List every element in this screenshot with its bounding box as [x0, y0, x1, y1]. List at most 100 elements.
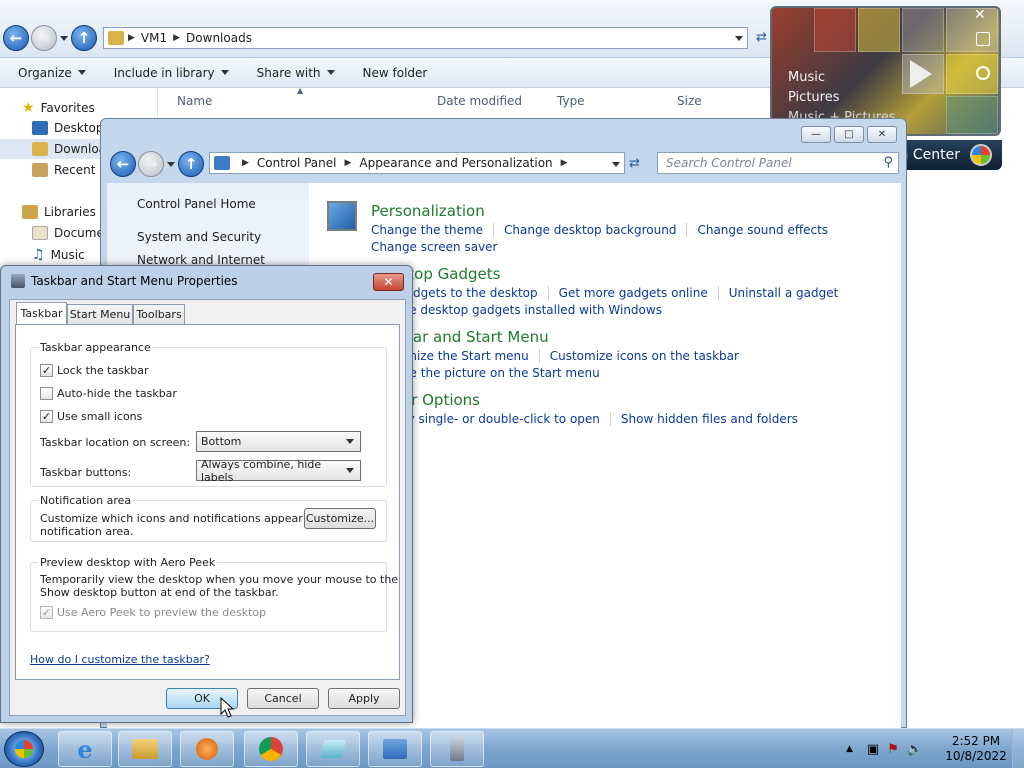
cancel-button[interactable]: Cancel [247, 688, 319, 709]
link-get-more-gadgets[interactable]: Get more gadgets online [549, 286, 719, 300]
network-icon[interactable]: ▣ [867, 742, 879, 757]
new-folder-button[interactable]: New folder [363, 66, 428, 80]
chevron-down-icon [346, 468, 354, 473]
search-icon[interactable]: ⚲ [883, 155, 893, 170]
chevron-right-icon: ▶ [242, 158, 249, 168]
sort-up-icon: ▲ [297, 86, 304, 95]
nav-system-security[interactable]: System and Security [137, 230, 261, 244]
address-dropdown-icon[interactable] [612, 162, 620, 167]
category-personalization[interactable]: Personalization [371, 202, 485, 220]
taskbar-buttons-label: Taskbar buttons: [40, 466, 132, 479]
nav-music[interactable]: ♫ Music [32, 247, 85, 263]
control-panel-address-bar[interactable]: ▶ Control Panel ▶ Appearance and Persona… [209, 152, 625, 174]
small-icons-checkbox[interactable]: ✓ Use small icons [40, 410, 142, 423]
link-change-screen-saver[interactable]: Change screen saver [371, 240, 508, 254]
show-hidden-icons-icon[interactable]: ▲ [846, 744, 853, 754]
gadget-close-icon[interactable]: ✕ [974, 8, 986, 23]
up-button[interactable]: ↑ [71, 25, 97, 51]
taskbar-media-player[interactable] [180, 731, 234, 767]
column-name[interactable]: Name [177, 94, 212, 108]
gadget-tile [946, 96, 998, 134]
group-label-notification: Notification area [38, 494, 134, 507]
play-icon[interactable] [910, 60, 932, 88]
taskbar-location-select[interactable]: Bottom [196, 431, 361, 452]
taskbar-internet-explorer[interactable]: e [58, 731, 112, 767]
breadcrumb-downloads[interactable]: Downloads [186, 31, 252, 45]
link-change-desktop-background[interactable]: Change desktop background [494, 223, 688, 237]
taskbar-taskbar-properties[interactable] [430, 731, 484, 767]
taskbar-control-panel[interactable] [368, 731, 422, 767]
gadget-item-pictures[interactable]: Pictures [788, 90, 839, 105]
documents-icon [32, 226, 48, 240]
volume-icon[interactable]: 🔈 [907, 742, 923, 757]
column-size[interactable]: Size [677, 94, 702, 108]
aero-peek-checkbox[interactable]: ✓ Use Aero Peek to preview the desktop [40, 606, 266, 619]
column-type[interactable]: Type [557, 94, 585, 108]
refresh-icon[interactable]: ⇄ [629, 156, 640, 171]
clock[interactable]: 2:52 PM 10/8/2022 [944, 734, 1008, 764]
group-label-aero-peek: Preview desktop with Aero Peek [38, 556, 218, 569]
nav-desktop[interactable]: Desktop [32, 121, 104, 135]
up-button[interactable]: ↑ [178, 151, 204, 177]
show-desktop-button[interactable] [1012, 729, 1024, 768]
windows-logo-icon [15, 740, 33, 758]
start-button[interactable] [4, 731, 44, 767]
customize-button[interactable]: Customize... [304, 508, 376, 529]
gadget-options-icon[interactable] [976, 66, 990, 80]
lock-taskbar-checkbox[interactable]: ✓ Lock the taskbar [40, 364, 149, 377]
tab-toolbars[interactable]: Toolbars [133, 304, 185, 324]
taskbar-properties-dialog: Taskbar and Start Menu Properties ✕ Task… [0, 265, 413, 723]
column-date-modified[interactable]: Date modified [437, 94, 522, 108]
star-icon: ★ [22, 100, 35, 116]
link-change-sound-effects[interactable]: Change sound effects [687, 223, 838, 237]
nav-control-panel-home[interactable]: Control Panel Home [137, 197, 256, 211]
link-restore-gadgets[interactable]: Restore desktop gadgets installed with W… [371, 303, 672, 317]
forward-button[interactable]: → [138, 151, 164, 177]
tab-taskbar[interactable]: Taskbar [16, 302, 67, 324]
taskbar-chrome[interactable] [244, 731, 298, 767]
taskbar-buttons-select[interactable]: Always combine, hide labels [196, 458, 361, 484]
include-in-library-button[interactable]: Include in library [114, 66, 229, 80]
search-input[interactable]: Search Control Panel ⚲ [657, 152, 899, 174]
share-with-button[interactable]: Share with [257, 66, 335, 80]
back-button[interactable]: ← [110, 151, 136, 177]
control-panel-icon [214, 156, 230, 170]
address-dropdown-icon[interactable] [735, 36, 743, 41]
breadcrumb-appearance[interactable]: Appearance and Personalization [359, 156, 552, 170]
link-customize-taskbar-icons[interactable]: Customize icons on the taskbar [540, 349, 749, 363]
apply-button[interactable]: Apply [328, 688, 400, 709]
forward-button[interactable]: → [31, 25, 57, 51]
checkbox-checked-disabled-icon: ✓ [40, 606, 53, 619]
link-show-hidden-files[interactable]: Show hidden files and folders [611, 412, 808, 426]
close-button[interactable]: ✕ [867, 126, 897, 143]
dialog-close-button[interactable]: ✕ [373, 273, 404, 291]
nav-libraries[interactable]: Libraries [22, 205, 96, 219]
link-uninstall-gadget[interactable]: Uninstall a gadget [719, 286, 849, 300]
refresh-icon[interactable]: ⇄ [756, 30, 767, 45]
aero-peek-text-line2: Show desktop button at end of the taskba… [40, 586, 279, 599]
breadcrumb-control-panel[interactable]: Control Panel [257, 156, 337, 170]
taskbar-links: Customize the Start menu Customize icons… [371, 349, 749, 363]
organize-button[interactable]: Organize [18, 66, 86, 80]
gadget-tile [946, 8, 998, 52]
help-link[interactable]: How do I customize the taskbar? [30, 653, 210, 666]
link-change-theme[interactable]: Change the theme [371, 223, 495, 237]
breadcrumb-vm1[interactable]: VM1 [141, 31, 167, 45]
gadget-item-music[interactable]: Music [788, 70, 825, 85]
autohide-taskbar-checkbox[interactable]: Auto-hide the taskbar [40, 387, 177, 400]
taskbar-windows-explorer[interactable] [118, 731, 172, 767]
recent-pages-dropdown[interactable] [167, 162, 175, 167]
nav-favorites[interactable]: ★ Favorites [22, 100, 95, 116]
tab-start-menu[interactable]: Start Menu [67, 304, 133, 324]
maximize-button[interactable]: □ [834, 126, 864, 143]
media-center-gadget[interactable]: Music Pictures Music + Pictures ✕ [770, 6, 1001, 136]
explorer-address-bar[interactable]: ▶ VM1 ▶ Downloads [103, 27, 748, 49]
dialog-title: Taskbar and Start Menu Properties [11, 274, 238, 288]
action-center-flag-icon[interactable]: ⚑ [887, 742, 899, 757]
gadget-size-icon[interactable] [976, 32, 990, 46]
minimize-button[interactable]: — [801, 126, 831, 143]
taskbar-app[interactable] [306, 731, 360, 767]
back-button[interactable]: ← [3, 25, 29, 51]
recent-pages-dropdown[interactable] [60, 36, 68, 41]
personalization-links-2: Change screen saver [371, 240, 508, 254]
